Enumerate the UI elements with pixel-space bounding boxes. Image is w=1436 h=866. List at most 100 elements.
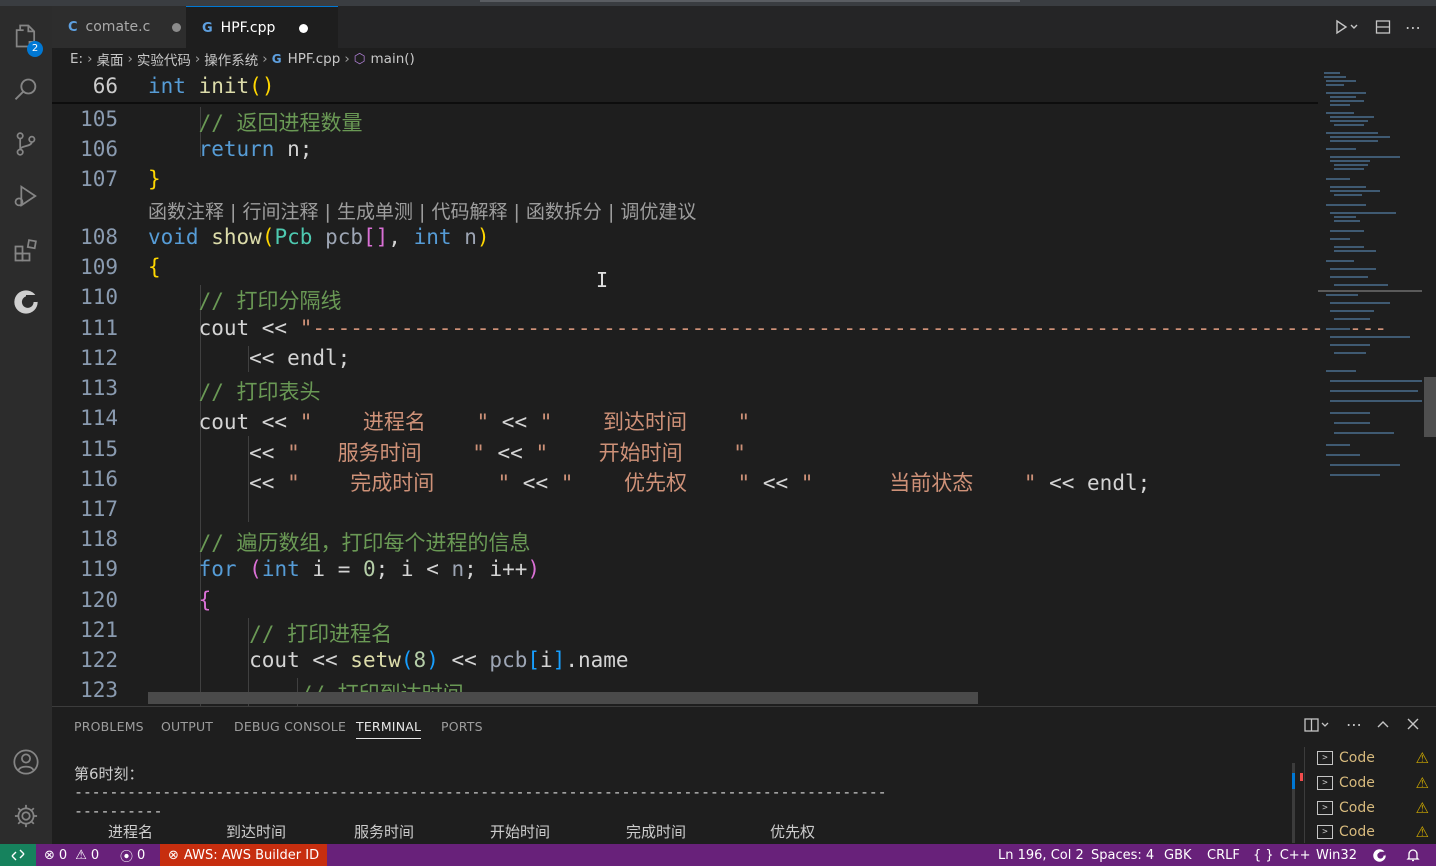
code-line[interactable]: return n; (148, 137, 313, 161)
editor-tabs: C comate.c G HPF.cpp ⋯ (52, 6, 1436, 49)
terminal-instance[interactable]: > Code ⚠ (1317, 772, 1433, 794)
tab-label: HPF.cpp (220, 20, 276, 36)
code-line[interactable]: << " 完成时间 " << " 优先权 " << " 当前状态 " << en… (148, 467, 1150, 497)
code-line[interactable]: cout << " 进程名 " << " 到达时间 " (148, 406, 751, 436)
terminal-icon: > (1317, 751, 1333, 765)
line-number: 116 (80, 467, 118, 491)
line-number: 108 (80, 225, 118, 249)
code-line[interactable]: void show(Pcb pcb[], int n) (148, 225, 490, 249)
terminal-header: 优先权 (770, 823, 816, 841)
terminal-header: 完成时间 (626, 823, 687, 841)
run-debug-button[interactable] (0, 172, 52, 220)
breadcrumb-drive[interactable]: E: (70, 51, 83, 67)
breadcrumb-symbol[interactable]: main() (371, 51, 415, 67)
line-number: 113 (80, 376, 118, 400)
comate-button[interactable] (0, 278, 52, 326)
cursor-position[interactable]: Ln 196, Col 2 (998, 844, 1084, 866)
line-number: 112 (80, 346, 118, 370)
code-line[interactable]: // 打印分隔线 (148, 285, 342, 315)
code-line[interactable]: cout << setw(8) << pcb[i].name (148, 648, 628, 672)
vertical-scroll-thumb[interactable] (1424, 377, 1436, 437)
bell-icon (1406, 849, 1420, 862)
warning-icon: ⚠ (1415, 774, 1429, 792)
tab-comate-c[interactable]: C comate.c (52, 6, 202, 48)
horizontal-scroll-thumb[interactable] (148, 692, 978, 704)
language-mode[interactable]: { } C++ (1253, 844, 1311, 866)
sticky-scroll-line[interactable]: int init() (148, 74, 274, 98)
line-number: 119 (80, 557, 118, 581)
command-center[interactable] (480, 0, 1020, 2)
breadcrumb-folder-os[interactable]: 操作系统 (204, 49, 258, 69)
line-number: 115 (80, 437, 118, 461)
tab-debug-console[interactable]: DEBUG CONSOLE (234, 719, 346, 734)
code-line[interactable]: cout << "-------------------------------… (148, 316, 1387, 340)
encoding[interactable]: GBK (1164, 844, 1192, 866)
terminal-separator: ----------------------------------------… (74, 783, 887, 801)
split-editor-button[interactable] (1372, 16, 1394, 38)
code-line[interactable]: // 打印表头 (148, 376, 321, 406)
tab-problems[interactable]: PROBLEMS (74, 719, 144, 734)
code-line[interactable]: } (148, 167, 161, 191)
unsaved-dot-icon[interactable] (172, 22, 182, 32)
problems-status[interactable]: ⊗ 0 ⚠ 0 (44, 844, 99, 866)
code-editor[interactable]: 66 int init() 105 106 107 108 109 110 11… (52, 70, 1436, 706)
code-line[interactable]: // 打印进程名 (148, 618, 392, 648)
error-icon: ⊗ (44, 847, 55, 863)
bottom-panel: PROBLEMS OUTPUT DEBUG CONSOLE TERMINAL P… (52, 706, 1436, 845)
code-line[interactable]: { (148, 255, 161, 279)
settings-button[interactable] (0, 792, 52, 840)
explorer-button[interactable]: 2 (0, 12, 52, 60)
tab-output[interactable]: OUTPUT (161, 719, 213, 734)
chevron-up-icon (1377, 721, 1389, 728)
search-icon (14, 78, 37, 100)
line-number: 111 (80, 316, 118, 340)
line-number: 109 (80, 255, 118, 279)
indentation[interactable]: Spaces: 4 (1091, 844, 1154, 866)
maximize-panel-button[interactable] (1376, 717, 1390, 735)
platform[interactable]: Win32 (1316, 844, 1357, 866)
comate-status[interactable] (1372, 844, 1387, 866)
code-lens-actions[interactable]: 函数注释 | 行间注释 | 生成单测 | 代码解释 | 函数拆分 | 调优建议 (148, 197, 696, 224)
terminal-list: > Code ⚠ > Code ⚠ > Code ⚠ > Code ⚠ (1304, 747, 1436, 843)
close-panel-button[interactable] (1406, 717, 1420, 735)
tab-ports[interactable]: PORTS (441, 719, 483, 734)
code-line[interactable]: // 返回进程数量 (148, 107, 363, 137)
more-actions-icon[interactable]: ⋯ (1402, 16, 1424, 38)
terminal-icon: > (1317, 825, 1333, 839)
accounts-button[interactable] (0, 738, 52, 786)
run-code-button[interactable] (1328, 16, 1362, 38)
breadcrumb-folder-desktop[interactable]: 桌面 (96, 49, 123, 69)
terminal-instance[interactable]: > Code ⚠ (1317, 797, 1433, 819)
ports-status[interactable]: ⦿ 0 (120, 844, 145, 866)
source-control-button[interactable] (0, 120, 52, 168)
warning-icon: ⚠ (1415, 823, 1429, 841)
explorer-badge: 2 (27, 41, 43, 57)
broadcast-icon: ⦿ (120, 849, 134, 865)
code-line[interactable]: << endl; (148, 346, 350, 370)
code-line[interactable]: << " 服务时间 " << " 开始时间 " (148, 437, 746, 467)
breadcrumb-folder-code[interactable]: 实验代码 (137, 49, 191, 69)
more-actions-icon[interactable]: ⋯ (1346, 715, 1362, 734)
tab-hpf-cpp[interactable]: G HPF.cpp (186, 6, 338, 49)
terminal-scrollbar[interactable] (1292, 763, 1303, 843)
terminal-header: 开始时间 (490, 823, 551, 841)
minimap[interactable] (1318, 70, 1422, 706)
unsaved-dot-icon[interactable] (299, 23, 309, 33)
split-terminal-button[interactable] (1304, 717, 1330, 737)
code-line[interactable]: // 遍历数组，打印每个进程的信息 (148, 527, 531, 557)
extensions-button[interactable] (0, 226, 52, 274)
remote-button[interactable] (0, 844, 36, 866)
terminal-instance[interactable]: > Code ⚠ (1317, 747, 1433, 769)
line-ending[interactable]: CRLF (1207, 844, 1240, 866)
code-line[interactable]: for (int i = 0; i < n; i++) (148, 557, 540, 581)
line-number: 120 (80, 588, 118, 612)
notifications-button[interactable] (1406, 844, 1420, 866)
breadcrumb-file[interactable]: HPF.cpp (288, 51, 341, 67)
search-button[interactable] (0, 66, 52, 114)
aws-status[interactable]: ⊗ AWS: AWS Builder ID (160, 844, 328, 866)
tab-terminal[interactable]: TERMINAL (356, 719, 422, 739)
code-line[interactable]: { (148, 588, 212, 612)
line-number: 106 (80, 137, 118, 161)
terminal-instance[interactable]: > Code ⚠ (1317, 821, 1433, 843)
line-number: 118 (80, 527, 118, 551)
